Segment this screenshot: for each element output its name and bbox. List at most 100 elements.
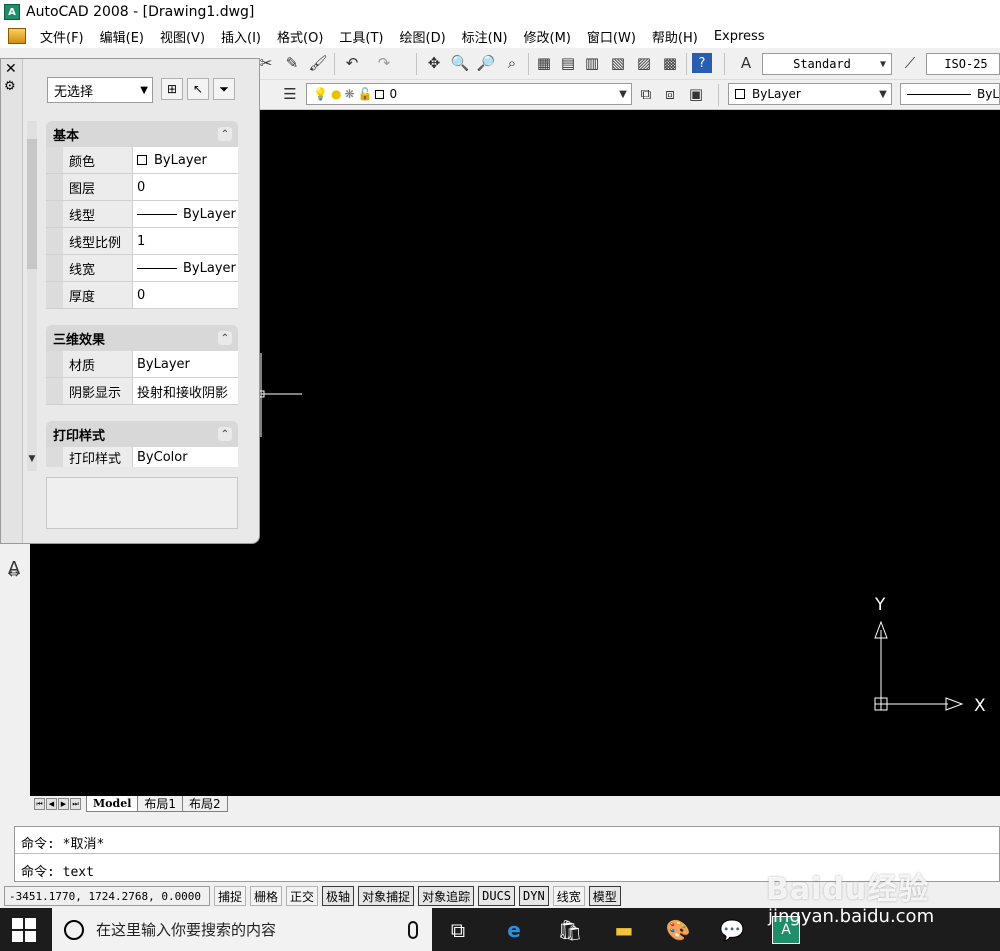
pan-icon[interactable]: ✥ xyxy=(424,53,444,73)
dim-style-icon[interactable]: ⟋ xyxy=(900,53,920,73)
layer-manager-icon[interactable]: ☰ xyxy=(280,84,300,104)
paint-icon[interactable]: 🎨 xyxy=(664,916,692,944)
prop-row-shadow-display[interactable]: 阴影显示 投射和接收阴影 xyxy=(46,378,238,405)
taskbar-search-box[interactable]: 在这里输入你要搜索的内容 xyxy=(52,908,432,951)
menu-window[interactable]: 窗口(W) xyxy=(579,27,644,46)
edge-browser-icon[interactable]: e xyxy=(500,916,528,944)
match-properties-icon[interactable]: 🖌 xyxy=(308,53,328,73)
layer-previous-icon[interactable]: ⧈ xyxy=(660,84,680,104)
cortana-icon[interactable] xyxy=(64,919,84,940)
palette-options-icon[interactable]: ⚙ xyxy=(4,79,16,94)
toggle-pickadd-button[interactable]: ⊞ xyxy=(161,78,183,100)
design-center-icon[interactable]: ▤ xyxy=(558,53,578,73)
polar-toggle[interactable]: 极轴 xyxy=(322,886,355,906)
menu-dimension[interactable]: 标注(N) xyxy=(454,27,516,46)
next-tab-button[interactable]: ▶ xyxy=(58,798,69,810)
dyn-toggle[interactable]: DYN xyxy=(519,886,549,906)
prop-value[interactable]: ByLayer xyxy=(133,351,238,377)
color-combo[interactable]: ByLayer ▼ xyxy=(728,83,892,105)
document-icon[interactable] xyxy=(8,28,26,44)
scroll-down-arrow[interactable]: ▼ xyxy=(27,454,37,468)
section-3d-visualization[interactable]: 三维效果 ⌃ xyxy=(46,325,238,351)
menu-tools[interactable]: 工具(T) xyxy=(331,27,391,46)
prop-value[interactable]: ByColor xyxy=(133,447,238,467)
tool-palettes-icon[interactable]: ▥ xyxy=(582,53,602,73)
help-icon[interactable]: ? xyxy=(692,53,712,73)
select-objects-button[interactable]: ↖ xyxy=(187,78,209,100)
collapse-icon[interactable]: ⌃ xyxy=(218,127,232,141)
file-explorer-icon[interactable]: ▬ xyxy=(610,916,638,944)
tab-layout2[interactable]: 布局2 xyxy=(182,796,228,812)
layer-combo[interactable]: 💡 ● ❋ 🔓 0 ▼ xyxy=(306,83,632,105)
command-line[interactable]: 命令: *取消* 命令: text xyxy=(14,826,1000,882)
wechat-icon[interactable]: 💬 xyxy=(718,916,746,944)
first-tab-button[interactable]: ⏮ xyxy=(34,798,45,810)
prop-value[interactable]: 0 xyxy=(133,174,238,200)
collapse-icon[interactable]: ⌃ xyxy=(218,331,232,345)
calculator-icon[interactable]: ▩ xyxy=(660,53,680,73)
quick-select-button[interactable]: ⏷ xyxy=(213,78,235,100)
ducs-toggle[interactable]: DUCS xyxy=(478,886,515,906)
zoom-window-icon[interactable]: 🔎 xyxy=(476,53,496,73)
windows-start-icon[interactable] xyxy=(12,918,36,942)
model-toggle[interactable]: 模型 xyxy=(588,886,621,906)
pencil-icon[interactable]: ✎ xyxy=(282,53,302,73)
collapse-icon[interactable]: ⌃ xyxy=(218,427,232,441)
prop-value[interactable]: ByLayer xyxy=(133,201,238,227)
prev-tab-button[interactable]: ◀ xyxy=(46,798,57,810)
command-prompt-line[interactable]: 命令: text xyxy=(21,861,94,880)
prop-row-linetype-scale[interactable]: 线型比例 1 xyxy=(46,228,238,255)
menu-modify[interactable]: 修改(M) xyxy=(516,27,579,46)
otrack-toggle[interactable]: 对象追踪 xyxy=(418,886,475,906)
autocad-taskbar-icon[interactable]: A xyxy=(772,916,800,944)
prop-value[interactable]: 投射和接收阴影 xyxy=(133,378,238,404)
sheet-set-icon[interactable]: ▧ xyxy=(608,53,628,73)
ortho-toggle[interactable]: 正交 xyxy=(286,886,319,906)
menu-draw[interactable]: 绘图(D) xyxy=(392,27,454,46)
zoom-realtime-icon[interactable]: 🔍 xyxy=(450,53,470,73)
menu-help[interactable]: 帮助(H) xyxy=(644,27,706,46)
prop-row-layer[interactable]: 图层 0 xyxy=(46,174,238,201)
grid-toggle[interactable]: 栅格 xyxy=(250,886,283,906)
layer-states-icon[interactable]: ▣ xyxy=(686,84,706,104)
menu-view[interactable]: 视图(V) xyxy=(152,27,213,46)
zoom-previous-icon[interactable]: ⌕ xyxy=(502,53,522,73)
last-tab-button[interactable]: ⏭ xyxy=(70,798,81,810)
prop-row-linetype[interactable]: 线型 ByLayer xyxy=(46,201,238,228)
prop-row-plot-style[interactable]: 打印样式 ByColor xyxy=(46,447,238,467)
osnap-toggle[interactable]: 对象捕捉 xyxy=(358,886,415,906)
store-icon[interactable]: 🛍 xyxy=(556,916,584,944)
menu-insert[interactable]: 插入(I) xyxy=(213,27,269,46)
make-layer-current-icon[interactable]: ⧉ xyxy=(636,84,656,104)
prop-value[interactable]: ByLayer xyxy=(133,147,238,173)
lineweight-toggle[interactable]: 线宽 xyxy=(552,886,585,906)
prop-row-color[interactable]: 颜色 ByLayer xyxy=(46,147,238,174)
redo-icon[interactable]: ↷ xyxy=(374,53,394,73)
prop-value[interactable]: 1 xyxy=(133,228,238,254)
prop-value[interactable]: ByLayer xyxy=(133,255,238,281)
coordinate-readout[interactable]: -3451.1770, 1724.2768, 0.0000 xyxy=(4,886,210,906)
undo-icon[interactable]: ↶ xyxy=(342,53,362,73)
prop-row-lineweight[interactable]: 线宽 ByLayer xyxy=(46,255,238,282)
dim-style-combo[interactable]: ISO-25 xyxy=(926,53,1000,75)
text-icon[interactable]: A xyxy=(4,558,24,579)
menu-edit[interactable]: 编辑(E) xyxy=(92,27,152,46)
prop-row-material[interactable]: 材质 ByLayer xyxy=(46,351,238,378)
section-general[interactable]: 基本 ⌃ xyxy=(46,121,238,147)
tab-model[interactable]: Model xyxy=(86,796,139,812)
palette-scrollbar-thumb[interactable] xyxy=(27,139,37,269)
text-style-combo[interactable]: Standard ▼ xyxy=(762,53,892,75)
markup-icon[interactable]: ▨ xyxy=(634,53,654,73)
section-plot-style[interactable]: 打印样式 ⌃ xyxy=(46,421,238,447)
linetype-combo[interactable]: ByLa xyxy=(900,83,1000,105)
microphone-icon[interactable] xyxy=(408,920,418,939)
tab-layout1[interactable]: 布局1 xyxy=(137,796,184,812)
close-icon[interactable]: ✕ xyxy=(5,61,17,77)
prop-row-thickness[interactable]: 厚度 0 xyxy=(46,282,238,309)
task-view-icon[interactable]: ⧉ xyxy=(444,916,472,944)
menu-express[interactable]: Express xyxy=(706,29,773,44)
text-style-icon[interactable]: A xyxy=(736,53,756,73)
menu-format[interactable]: 格式(O) xyxy=(269,27,331,46)
properties-icon[interactable]: ▦ xyxy=(534,53,554,73)
menu-file[interactable]: 文件(F) xyxy=(32,27,92,46)
